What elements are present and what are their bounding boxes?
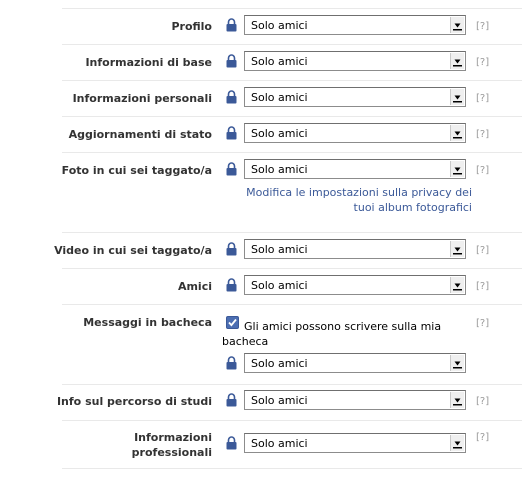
audience-select[interactable]: Solo amici <box>244 51 466 71</box>
audience-select[interactable]: Solo amici <box>244 159 466 179</box>
lock-icon <box>226 393 237 407</box>
audience-select[interactable]: Solo amici <box>244 239 466 259</box>
help-link[interactable]: [?] <box>476 129 489 140</box>
setting-label: Video in cui sei taggato/a <box>54 244 212 257</box>
album-privacy-link[interactable]: Modifica le impostazioni sulla privacy d… <box>228 185 472 215</box>
setting-label: Messaggi in bacheca <box>83 316 212 329</box>
audience-select[interactable]: Solo amici <box>244 15 466 35</box>
audience-select-value: Solo amici <box>251 394 308 407</box>
chevron-down-icon <box>450 53 464 69</box>
audience-select-value: Solo amici <box>251 437 308 450</box>
help-link[interactable]: [?] <box>476 245 489 256</box>
audience-select-value: Solo amici <box>251 243 308 256</box>
audience-select-value: Solo amici <box>251 279 308 292</box>
help-link[interactable]: [?] <box>476 281 489 292</box>
chevron-down-icon <box>450 17 464 33</box>
divider <box>62 8 522 9</box>
chevron-down-icon <box>450 435 464 451</box>
lock-icon <box>226 90 237 104</box>
chevron-down-icon <box>450 277 464 293</box>
audience-select-value: Solo amici <box>251 357 308 370</box>
setting-label: Amici <box>177 280 212 293</box>
divider <box>62 44 522 45</box>
help-link[interactable]: [?] <box>476 93 489 104</box>
setting-label: Info sul percorso di studi <box>56 395 212 408</box>
divider <box>62 80 522 81</box>
wall-post-checkbox-label: Gli amici possono scrivere sulla mia bac… <box>222 320 442 348</box>
divider <box>62 116 522 117</box>
lock-icon <box>226 436 237 450</box>
divider <box>62 268 522 269</box>
audience-select[interactable]: Solo amici <box>244 87 466 107</box>
help-link[interactable]: [?] <box>476 21 489 32</box>
lock-icon <box>226 356 237 370</box>
audience-select[interactable]: Solo amici <box>244 123 466 143</box>
setting-label: Foto in cui sei taggato/a <box>61 164 212 177</box>
lock-icon <box>226 126 237 140</box>
divider <box>62 384 522 385</box>
help-link[interactable]: [?] <box>476 396 489 407</box>
divider <box>62 420 522 421</box>
setting-label: Aggiornamenti di stato <box>68 128 212 141</box>
divider <box>62 304 522 305</box>
divider <box>62 232 522 233</box>
chevron-down-icon <box>450 161 464 177</box>
setting-label: Informazioni personali <box>72 92 212 105</box>
help-link[interactable]: [?] <box>476 165 489 176</box>
audience-select-value: Solo amici <box>251 19 308 32</box>
setting-label: Informazioni di base <box>85 56 212 69</box>
audience-select-value: Solo amici <box>251 127 308 140</box>
chevron-down-icon <box>450 392 464 408</box>
help-link[interactable]: [?] <box>476 57 489 68</box>
lock-icon <box>226 54 237 68</box>
audience-select[interactable]: Solo amici <box>244 390 466 410</box>
audience-select[interactable]: Solo amici <box>244 275 466 295</box>
chevron-down-icon <box>450 89 464 105</box>
setting-label: Informazioni professionali <box>131 431 212 459</box>
audience-select[interactable]: Solo amici <box>244 353 466 373</box>
divider <box>62 468 522 469</box>
help-link[interactable]: [?] <box>476 318 489 329</box>
chevron-down-icon <box>450 355 464 371</box>
divider <box>62 152 522 153</box>
audience-select-value: Solo amici <box>251 91 308 104</box>
help-link[interactable]: [?] <box>476 432 489 443</box>
audience-select[interactable]: Solo amici <box>244 433 466 453</box>
lock-icon <box>226 18 237 32</box>
lock-icon <box>226 242 237 256</box>
lock-icon <box>226 278 237 292</box>
lock-icon <box>226 162 237 176</box>
audience-select-value: Solo amici <box>251 55 308 68</box>
setting-label: Profilo <box>171 20 212 33</box>
chevron-down-icon <box>450 241 464 257</box>
chevron-down-icon <box>450 125 464 141</box>
audience-select-value: Solo amici <box>251 163 308 176</box>
